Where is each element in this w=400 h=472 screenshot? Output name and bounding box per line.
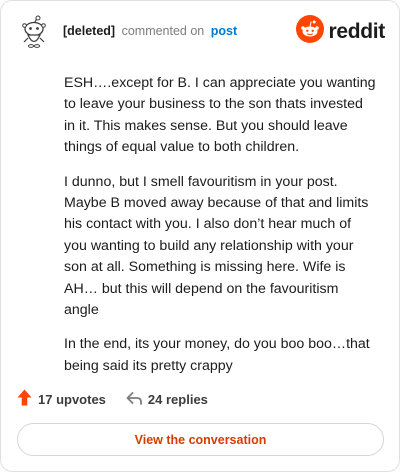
- upvotes-count: 17 upvotes: [38, 391, 106, 407]
- comment-paragraph: In the end, its your money, do you boo b…: [64, 336, 370, 374]
- reply-arrow-icon: [126, 391, 142, 408]
- comment-body: ESH….except for B. I can appreciate you …: [64, 73, 376, 390]
- username[interactable]: [deleted]: [63, 24, 115, 38]
- comment-paragraph: ESH….except for B. I can appreciate you …: [64, 75, 376, 156]
- replies-count: 24 replies: [147, 391, 208, 407]
- comment-paragraph: I dunno, but I smell favouritism in your…: [64, 173, 369, 319]
- upvotes-button[interactable]: 17 upvotes: [17, 389, 106, 409]
- reddit-logo-icon: [296, 15, 325, 48]
- comment-footer: 17 upvotes 24 replies: [17, 389, 208, 409]
- reddit-logo[interactable]: reddit: [296, 15, 385, 48]
- post-link[interactable]: post: [211, 24, 237, 38]
- comment-meta: [deleted] commented on post: [63, 23, 237, 39]
- upvote-arrow-icon: [17, 389, 32, 409]
- snoo-avatar-icon[interactable]: [17, 15, 51, 49]
- embed-card: [deleted] commented on post reddit ESH….…: [0, 0, 400, 472]
- reddit-wordmark: reddit: [328, 19, 385, 43]
- commented-on-text: commented on: [121, 23, 205, 38]
- view-conversation-button[interactable]: View the conversation: [17, 423, 384, 456]
- replies-button[interactable]: 24 replies: [126, 391, 208, 408]
- comment-header: [deleted] commented on post reddit: [17, 15, 385, 49]
